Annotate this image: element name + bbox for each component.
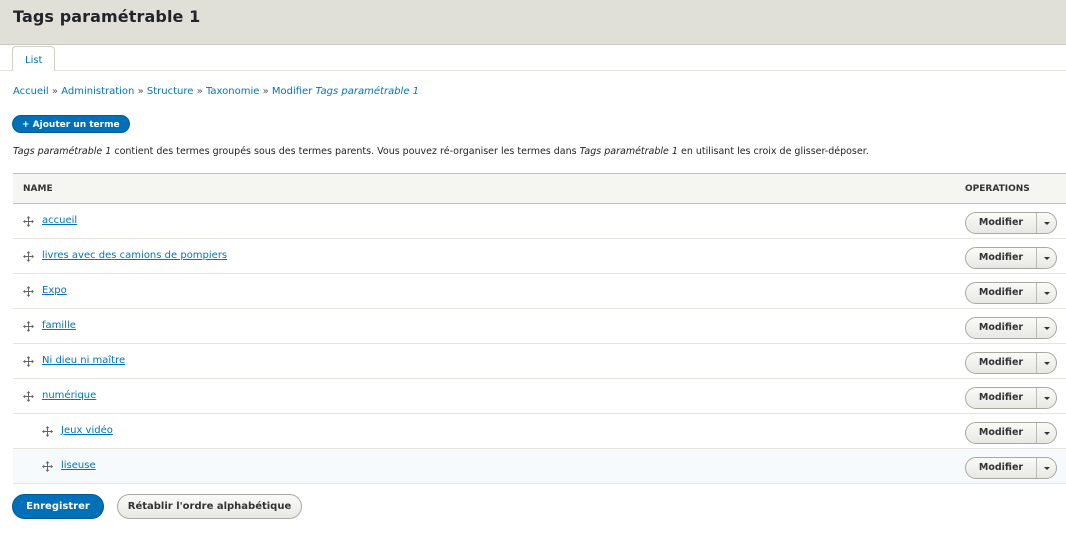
chevron-down-icon[interactable] [1037,458,1057,478]
breadcrumb: Accueil » Administration » Structure » T… [13,86,419,97]
operations-dropbutton: Modifier [965,457,1057,479]
description-text-1: contient des termes groupés sous des ter… [111,146,580,157]
term-link[interactable]: Expo [42,285,67,296]
description-text-2: en utilisant les croix de glisser-dépose… [677,146,869,157]
vocabulary-description: Tags paramétrable 1 contient des termes … [13,146,869,157]
table-header: NAME OPERATIONS [13,173,1066,204]
description-vocab-name-2: Tags paramétrable 1 [579,146,678,157]
operations-dropbutton: Modifier [965,422,1057,444]
page-title: Tags paramétrable 1 [13,7,201,26]
edit-button[interactable]: Modifier [966,248,1037,268]
table-row: livres avec des camions de pompiers Modif… [13,239,1066,274]
drag-handle-icon[interactable] [42,461,53,472]
operations-dropbutton: Modifier [965,247,1057,269]
edit-button[interactable]: Modifier [966,458,1037,478]
table-row: accueil Modifier [13,204,1066,239]
breadcrumb-edit-label: Modifier [271,86,313,97]
breadcrumb-administration[interactable]: Administration [61,86,134,97]
table-row: Expo Modifier [13,274,1066,309]
terms-table: NAME OPERATIONS accueil Modifier livres av… [13,173,1066,484]
tab-bar-divider [0,70,1066,71]
column-header-operations: OPERATIONS [965,184,1030,194]
breadcrumb-separator: » [137,86,144,97]
tab-list[interactable]: List [12,46,56,71]
edit-button[interactable]: Modifier [966,283,1037,303]
chevron-down-icon[interactable] [1037,213,1057,233]
edit-button[interactable]: Modifier [966,388,1037,408]
chevron-down-icon[interactable] [1037,423,1057,443]
save-button[interactable]: Enregistrer [12,494,104,519]
table-row: Jeux vidéo Modifier [13,414,1066,449]
operations-dropbutton: Modifier [965,317,1057,339]
chevron-down-icon[interactable] [1037,318,1057,338]
breadcrumb-home[interactable]: Accueil [13,86,49,97]
table-row: Ni dieu ni maître Modifier [13,344,1066,379]
term-link[interactable]: numérique [42,390,96,401]
breadcrumb-separator: » [196,86,203,97]
add-term-button[interactable]: + Ajouter un terme [12,115,130,133]
column-header-name: NAME [23,184,53,194]
reset-alphabetical-button[interactable]: Rétablir l'ordre alphabétique [117,494,302,519]
operations-dropbutton: Modifier [965,387,1057,409]
term-link[interactable]: liseuse [61,460,96,471]
operations-dropbutton: Modifier [965,282,1057,304]
table-row: famille Modifier [13,309,1066,344]
breadcrumb-separator: » [262,86,269,97]
breadcrumb-current: Tags paramétrable 1 [315,86,420,97]
term-link[interactable]: Ni dieu ni maître [42,355,125,366]
term-link[interactable]: famille [42,320,76,331]
breadcrumb-taxonomy[interactable]: Taxonomie [206,86,259,97]
chevron-down-icon[interactable] [1037,248,1057,268]
chevron-down-icon[interactable] [1037,353,1057,373]
edit-button[interactable]: Modifier [966,318,1037,338]
drag-handle-icon[interactable] [23,251,34,262]
drag-handle-icon[interactable] [23,286,34,297]
breadcrumb-separator: » [51,86,59,97]
chevron-down-icon[interactable] [1037,283,1057,303]
edit-button[interactable]: Modifier [966,213,1037,233]
term-link[interactable]: accueil [42,215,77,226]
page-header: Tags paramétrable 1 [0,0,1066,45]
chevron-down-icon[interactable] [1037,388,1057,408]
operations-dropbutton: Modifier [965,352,1057,374]
table-row: numérique Modifier [13,379,1066,414]
term-link[interactable]: livres avec des camions de pompiers [42,250,227,261]
edit-button[interactable]: Modifier [966,423,1037,443]
drag-handle-icon[interactable] [23,321,34,332]
drag-handle-icon[interactable] [23,356,34,367]
drag-handle-icon[interactable] [23,216,34,227]
description-vocab-name: Tags paramétrable 1 [13,146,112,157]
term-link[interactable]: Jeux vidéo [61,425,113,436]
drag-handle-icon[interactable] [42,426,53,437]
operations-dropbutton: Modifier [965,212,1057,234]
breadcrumb-edit[interactable]: Modifier Tags paramétrable 1 [272,86,419,97]
table-body: accueil Modifier livres avec des camions d… [13,204,1066,484]
edit-button[interactable]: Modifier [966,353,1037,373]
breadcrumb-structure[interactable]: Structure [147,86,194,97]
drag-handle-icon[interactable] [23,391,34,402]
table-row: liseuse Modifier [13,449,1066,484]
